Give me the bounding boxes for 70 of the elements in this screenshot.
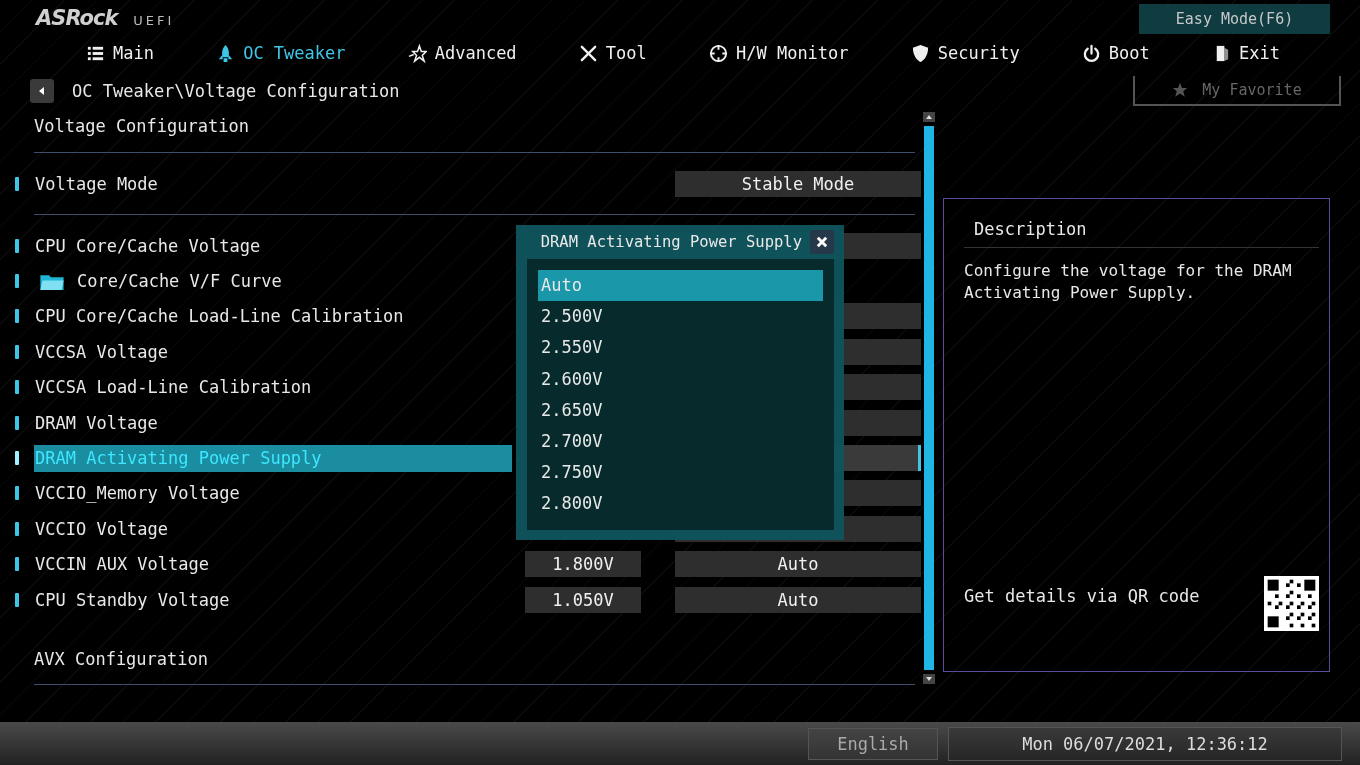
option-dropdown[interactable]: Auto [675, 551, 921, 578]
dialog-option[interactable]: 2.800V [538, 487, 823, 519]
qr-hint: Get details via QR code [964, 586, 1200, 606]
row-marker [15, 486, 19, 501]
option-dropdown[interactable]: Stable Mode [675, 170, 921, 197]
row-marker [15, 274, 19, 289]
nav-tab[interactable]: Exit [1212, 43, 1280, 63]
star-icon [1172, 82, 1189, 98]
option-dropdown[interactable]: Auto [675, 586, 921, 613]
tools-icon [578, 43, 598, 63]
description-text: Configure the voltage for the DRAM Activating Power Supply. [964, 260, 1293, 304]
logo-suffix: UEFI [133, 13, 175, 28]
value-field[interactable]: 1.800V [525, 551, 641, 578]
value-field[interactable]: 1.050V [525, 586, 641, 613]
section-title: Voltage Configuration [34, 115, 250, 138]
back-arrow-icon [37, 86, 47, 96]
description-title: Description [964, 199, 1319, 248]
dialog-title: DRAM Activating Power Supply [540, 233, 802, 252]
dialog-option[interactable]: 2.500V [538, 301, 823, 333]
row-marker [15, 176, 19, 191]
submenu-item[interactable]: AVX Configuration [34, 617, 915, 685]
nav-tab[interactable]: Tool [578, 43, 647, 63]
row-marker [15, 451, 19, 466]
nav-tab[interactable]: OC Tweaker [216, 43, 346, 63]
dialog-option[interactable]: 2.750V [538, 456, 823, 488]
setting-item[interactable]: CPU Standby Voltage [34, 586, 512, 614]
setting-item[interactable]: VCCIO Voltage [34, 515, 512, 543]
power-icon [1081, 43, 1101, 63]
close-icon [816, 236, 828, 249]
scrollbar-thumb[interactable] [924, 126, 934, 670]
scroll-up-icon[interactable] [923, 112, 935, 122]
easy-mode-button[interactable]: Easy Mode(F6) [1139, 4, 1330, 34]
crosshair-icon [708, 43, 728, 63]
setting-item[interactable]: CPU Core/Cache Load-Line Calibration [34, 302, 512, 330]
row-marker [15, 521, 19, 536]
breadcrumb: OC Tweaker\Voltage Configuration [72, 81, 400, 101]
close-button[interactable] [810, 230, 834, 255]
nav-tab[interactable]: Security [910, 43, 1020, 63]
qr-code-icon [1264, 576, 1319, 631]
setting-item[interactable]: Voltage Mode [34, 170, 512, 197]
setting-item[interactable]: VCCSA Load-Line Calibration [34, 373, 512, 401]
setting-item[interactable]: DRAM Voltage [34, 409, 512, 437]
nav-tab[interactable]: Boot [1081, 43, 1150, 63]
dialog-option[interactable]: 2.700V [538, 425, 823, 457]
dialog-option[interactable]: 2.650V [538, 394, 823, 426]
language-button[interactable]: English [808, 727, 938, 760]
nav-tab[interactable]: Main [86, 43, 154, 63]
row-marker [15, 309, 19, 324]
row-marker [15, 344, 19, 359]
dialog-option[interactable]: 2.600V [538, 363, 823, 395]
row-marker [15, 592, 19, 607]
row-marker [15, 415, 19, 430]
row-marker [15, 557, 19, 572]
scroll-down-icon[interactable] [923, 674, 935, 684]
row-marker [15, 380, 19, 395]
nav-tab[interactable]: Advanced [407, 43, 517, 63]
setting-item[interactable]: VCCIO_Memory Voltage [34, 479, 512, 507]
my-favorite-button[interactable]: My Favorite [1133, 76, 1341, 106]
back-button[interactable] [30, 79, 54, 103]
setting-item[interactable]: VCCIN AUX Voltage [34, 550, 512, 578]
star-icon [407, 43, 427, 63]
shield-icon [910, 43, 930, 63]
dialog-option[interactable]: 2.550V [538, 332, 823, 364]
row-marker [15, 238, 19, 253]
nav-tab[interactable]: H/W Monitor [708, 43, 849, 63]
setting-item[interactable]: CPU Core/Cache Voltage [34, 232, 512, 260]
setting-item[interactable]: Core/Cache V/F Curve [34, 267, 512, 295]
brand-logo: ASRock [36, 6, 118, 30]
setting-item[interactable]: VCCSA Voltage [34, 338, 512, 366]
date-time: Mon 06/07/2021, 12:36:12 [948, 726, 1342, 761]
